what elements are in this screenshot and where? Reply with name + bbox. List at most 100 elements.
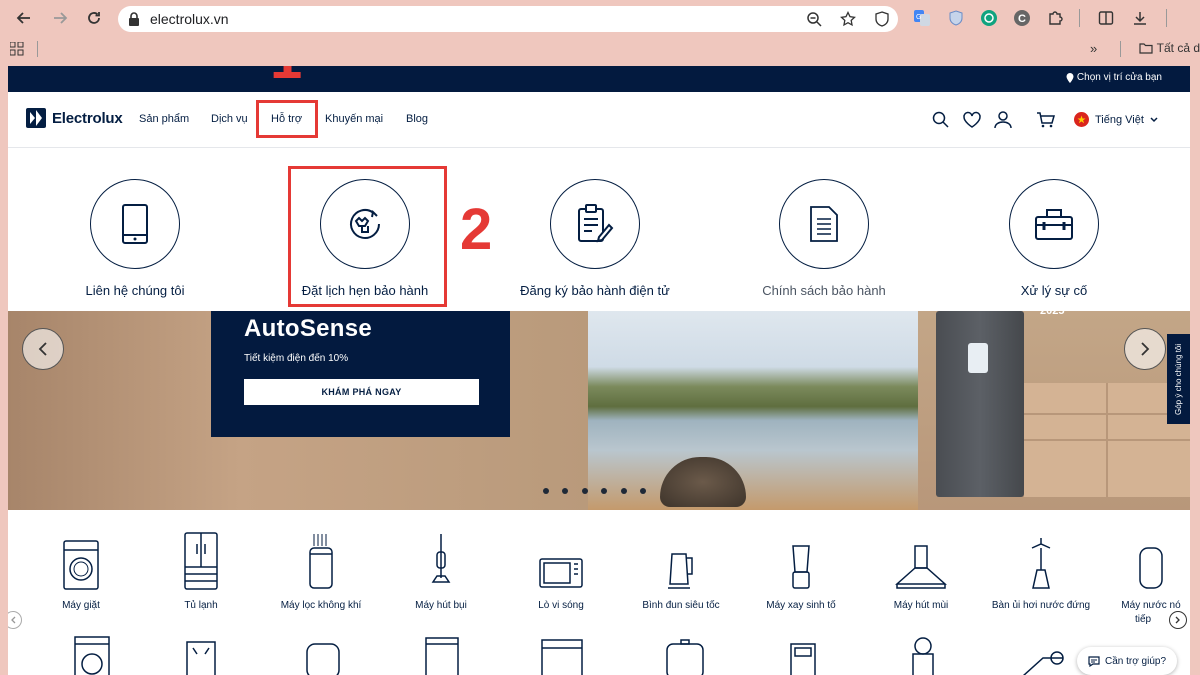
bookmark-star-icon[interactable] <box>838 9 858 29</box>
rice-cooker-icon[interactable] <box>293 636 353 675</box>
carousel-dot[interactable] <box>562 488 568 494</box>
forward-button[interactable] <box>46 4 74 32</box>
feedback-tab[interactable]: Góp ý cho chúng tôi <box>1167 334 1190 424</box>
apps-grid-icon[interactable] <box>9 41 24 61</box>
washer-dryer-icon[interactable] <box>63 636 123 675</box>
oven-icon[interactable] <box>532 636 592 675</box>
bookmarks-divider <box>1120 41 1121 57</box>
toolbar-divider <box>1166 9 1167 27</box>
support-register-warranty[interactable]: Đăng ký bảo hành điện tử <box>495 179 695 298</box>
garment-steamer-icon <box>1011 530 1071 590</box>
categories-next-button[interactable] <box>1169 611 1187 629</box>
puzzle-icon[interactable] <box>1045 8 1065 28</box>
vpn-shield-icon[interactable] <box>946 8 966 28</box>
category-label: Bàn ủi hơi nước đứng <box>991 600 1091 611</box>
coffee-machine-icon[interactable] <box>773 636 833 675</box>
toolbar-divider <box>1079 9 1080 27</box>
carousel-prev-button[interactable] <box>22 328 64 370</box>
support-warranty-policy[interactable]: Chính sách bảo hành <box>724 179 924 298</box>
menu-san-pham[interactable]: Sản phẩm <box>139 113 189 125</box>
hair-dryer-icon[interactable] <box>1013 636 1073 675</box>
download-icon[interactable] <box>1130 8 1150 28</box>
cart-icon[interactable] <box>1036 110 1056 130</box>
category-label: Lò vi sóng <box>538 600 584 611</box>
vietnam-flag-icon <box>1074 112 1089 127</box>
shield-extension-icon[interactable] <box>872 9 892 29</box>
promo-banner: 2025 AutoSense Tiết kiệm điện đến 10% KH… <box>8 311 1190 510</box>
category-range-hood[interactable]: Máy hút mùi <box>861 530 981 611</box>
category-vacuum[interactable]: Máy hút bụi <box>381 530 501 611</box>
extension-c-icon[interactable]: C <box>1012 8 1032 28</box>
support-label: Xử lý sự cố <box>1020 283 1088 298</box>
support-icon-circle <box>90 179 180 269</box>
location-link[interactable]: Chọn vị trí cửa bạn <box>1066 72 1162 83</box>
carousel-dot[interactable] <box>621 488 627 494</box>
reload-button[interactable] <box>80 4 108 32</box>
wine-cooler-icon[interactable] <box>171 636 231 675</box>
water-dispenser-icon[interactable] <box>893 636 953 675</box>
more-bookmarks-chevron-icon[interactable]: » <box>1090 41 1097 56</box>
category-kettle[interactable]: Bình đun siêu tốc <box>621 530 741 611</box>
bookmarks-divider <box>37 41 38 57</box>
annotation-number-1: 1 <box>270 66 302 88</box>
zoom-out-icon[interactable] <box>804 9 824 29</box>
chatgpt-icon[interactable] <box>979 8 999 28</box>
pressure-cooker-icon[interactable] <box>655 636 715 675</box>
carousel-dot[interactable] <box>543 488 549 494</box>
kettle-icon <box>651 530 711 590</box>
category-microwave[interactable]: Lò vi sóng <box>501 530 621 611</box>
search-icon[interactable] <box>931 110 951 130</box>
categories-prev-button[interactable] <box>8 611 22 629</box>
bookmarks-folder[interactable]: Tất cả d <box>1139 41 1200 55</box>
category-label: Máy xay sinh tố <box>766 600 836 611</box>
support-icon-circle <box>550 179 640 269</box>
air-purifier-icon <box>291 530 351 590</box>
category-label: Bình đun siêu tốc <box>642 600 720 611</box>
menu-khuyen-mai[interactable]: Khuyến mại <box>325 113 383 125</box>
svg-text:C: C <box>1018 13 1026 25</box>
category-refrigerator[interactable]: Tủ lạnh <box>141 530 261 611</box>
menu-blog[interactable]: Blog <box>406 113 428 125</box>
fridge-water-dispenser <box>968 343 988 373</box>
support-label: Đăng ký bảo hành điện tử <box>520 283 670 298</box>
heart-icon[interactable] <box>962 110 982 130</box>
arrow-right-icon <box>54 12 68 24</box>
menu-dich-vu[interactable]: Dịch vụ <box>211 113 248 125</box>
document-icon <box>810 206 838 242</box>
annotation-number-2: 2 <box>460 197 493 262</box>
language-selector[interactable]: Tiếng Việt <box>1074 112 1158 127</box>
phone-icon <box>122 204 148 244</box>
category-blender[interactable]: Máy xay sinh tố <box>741 530 861 611</box>
electrolux-logo[interactable]: Electrolux <box>26 108 123 128</box>
support-icon-circle <box>1009 179 1099 269</box>
translate-icon[interactable]: G <box>912 8 932 28</box>
webpage: Chọn vị trí cửa bạn Electrolux Sản phẩm … <box>8 66 1190 675</box>
reload-icon <box>88 12 100 24</box>
toolbox-icon <box>1035 209 1073 240</box>
carousel-next-button[interactable] <box>1124 328 1166 370</box>
address-bar[interactable]: electrolux.vn <box>118 6 898 32</box>
user-icon[interactable] <box>993 110 1013 130</box>
annotation-box-step-1 <box>256 100 318 138</box>
support-troubleshoot[interactable]: Xử lý sự cố <box>954 179 1154 298</box>
support-options: Liên hệ chúng tôi Đặt lịch hẹn bảo hành … <box>8 149 1190 311</box>
carousel-dot[interactable] <box>582 488 588 494</box>
side-panel-icon[interactable] <box>1096 8 1116 28</box>
lock-icon <box>129 12 139 26</box>
category-air-purifier[interactable]: Máy lọc không khí <box>261 530 381 611</box>
refrigerator-icon <box>171 530 231 590</box>
explore-now-button[interactable]: KHÁM PHÁ NGAY <box>244 379 479 405</box>
dishwasher-icon[interactable] <box>412 636 472 675</box>
carousel-dot[interactable] <box>601 488 607 494</box>
support-contact-us[interactable]: Liên hệ chúng tôi <box>35 179 235 298</box>
category-washing-machine[interactable]: Máy giặt <box>21 530 141 611</box>
back-button[interactable] <box>10 4 38 32</box>
site-header: Electrolux Sản phẩm Dịch vụ Hỗ trợ Khuyế… <box>8 92 1190 148</box>
bookmarks-folder-label: Tất cả d <box>1156 41 1200 55</box>
category-water-heater[interactable]: Máy nước nó <box>1091 530 1190 611</box>
carousel-dot[interactable] <box>640 488 646 494</box>
category-garment-steamer[interactable]: Bàn ủi hơi nước đứng <box>981 530 1101 611</box>
brand-name: Electrolux <box>52 109 123 127</box>
help-chat-button[interactable]: Cần trợ giúp? <box>1077 647 1177 675</box>
chevron-left-icon <box>38 342 47 356</box>
